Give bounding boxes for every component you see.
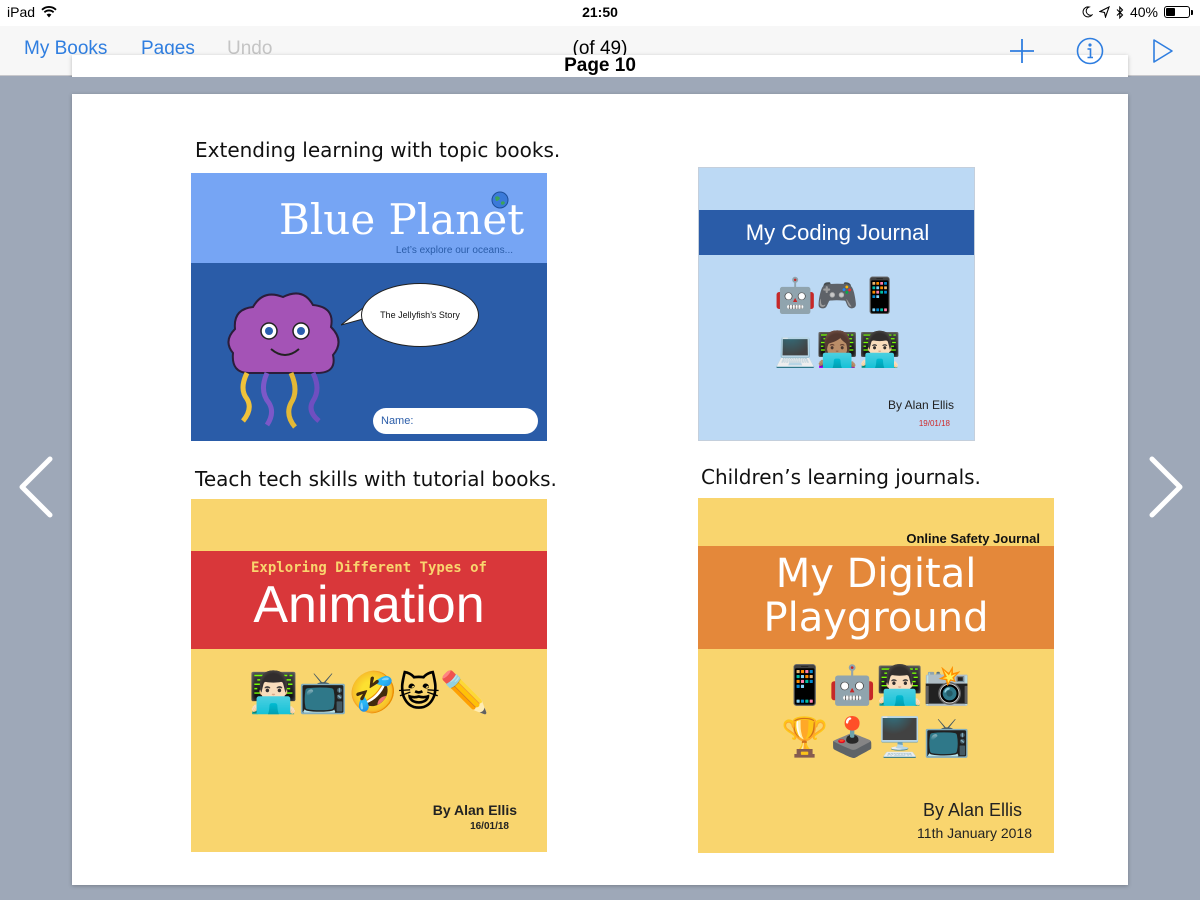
cover-band: Exploring Different Types of Animation xyxy=(191,551,547,649)
cover-title-line: Playground xyxy=(763,595,989,641)
cover-emoji-row: 🏆🕹️🖥️📺 xyxy=(781,717,971,759)
cover-emoji-row: 👨🏻‍💻📺🤣😺✏️ xyxy=(248,671,490,715)
previous-page-arrow-icon[interactable] xyxy=(16,455,56,519)
caption-tutorial-books: Teach tech skills with tutorial books. xyxy=(195,467,557,491)
battery-fill xyxy=(1166,8,1175,16)
battery-percent: 40% xyxy=(1129,4,1158,20)
coding-journal-cover[interactable]: My Coding Journal 🤖🎮📱 💻👩🏽‍💻👨🏻‍💻 By Alan … xyxy=(698,167,975,441)
next-page-arrow-icon[interactable] xyxy=(1146,455,1186,519)
animation-cover[interactable]: Exploring Different Types of Animation 👨… xyxy=(191,499,547,852)
status-right: 40% xyxy=(1082,4,1193,20)
speech-bubble: The Jellyfish’s Story xyxy=(361,283,479,347)
cover-title-line: My Digital xyxy=(775,551,977,597)
caption-topic-books: Extending learning with topic books. xyxy=(195,138,561,162)
nav-bar: My Books Pages Undo Page 10 (of 49) xyxy=(0,26,1200,846)
status-time: 21:50 xyxy=(582,4,618,20)
info-icon[interactable] xyxy=(1074,35,1106,67)
add-icon[interactable] xyxy=(1006,35,1038,67)
cover-author: By Alan Ellis xyxy=(432,802,517,818)
cover-title: Blue Planet xyxy=(279,195,525,244)
cover-title: My Coding Journal xyxy=(699,210,974,255)
cover-emoji-row: 💻👩🏽‍💻👨🏻‍💻 xyxy=(773,331,901,369)
moon-icon xyxy=(1082,6,1093,18)
play-icon[interactable] xyxy=(1146,35,1178,67)
cover-emoji-row: 📱🤖👨🏻‍💻📸 xyxy=(781,665,971,707)
location-arrow-icon xyxy=(1098,6,1110,18)
battery-icon xyxy=(1164,6,1193,18)
digital-playground-cover[interactable]: Online Safety Journal My Digital Playgro… xyxy=(698,498,1054,853)
jellyfish-illustration xyxy=(227,292,340,429)
cover-title: Animation xyxy=(253,576,485,634)
globe-icon xyxy=(491,191,509,209)
cover-date: 16/01/18 xyxy=(470,821,509,832)
blue-planet-cover[interactable]: Blue Planet Let’s explore our oceans... … xyxy=(191,173,547,441)
caption-learning-journals: Children’s learning journals. xyxy=(701,465,981,489)
cover-kicker: Online Safety Journal xyxy=(906,531,1040,546)
name-field: Name: xyxy=(373,408,538,434)
cover-subtitle: Let’s explore our oceans... xyxy=(395,245,513,256)
cover-author: By Alan Ellis xyxy=(887,398,954,412)
cover-author: By Alan Ellis xyxy=(922,800,1022,820)
cover-title: My Digital Playground xyxy=(698,552,1054,640)
cover-band: My Digital Playground xyxy=(698,546,1054,649)
bluetooth-icon xyxy=(1116,5,1124,19)
cover-date: 19/01/18 xyxy=(918,419,950,428)
status-bar: iPad 21:50 40% xyxy=(0,0,1200,26)
cover-emoji-row: 🤖🎮📱 xyxy=(773,277,901,315)
cover-subtitle: Exploring Different Types of xyxy=(250,560,487,576)
cover-date: 11th January 2018 xyxy=(917,825,1032,841)
